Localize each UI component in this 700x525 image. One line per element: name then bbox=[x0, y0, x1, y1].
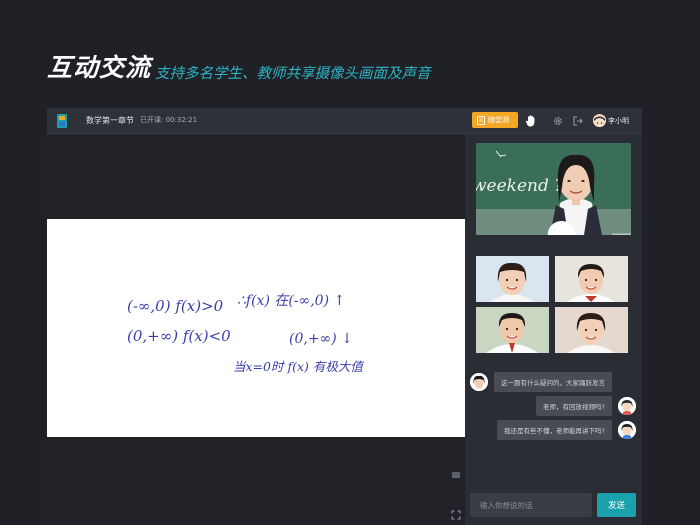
chat-message: 这一题有什么疑问的，大家踊跃发言 bbox=[470, 372, 612, 392]
student-avatar bbox=[618, 397, 636, 415]
student-avatar bbox=[618, 421, 636, 439]
user-name: 李小明 bbox=[608, 117, 629, 125]
whiteboard-line-2: ∴f(x) 在(-∞,0) ↑ bbox=[237, 293, 345, 309]
student-face-icon bbox=[618, 421, 636, 439]
promo-title: 互动交流 bbox=[47, 53, 152, 82]
student-video-4[interactable] bbox=[555, 307, 628, 353]
chat-bubble: 老师，有回放视频吗? bbox=[536, 396, 612, 416]
send-button[interactable]: 发送 bbox=[597, 493, 636, 517]
whiteboard-line-1: (-∞,0) f(x)>0 bbox=[127, 297, 224, 315]
user-face-icon bbox=[593, 116, 606, 127]
student-video-frame bbox=[555, 307, 628, 353]
teacher-video[interactable]: weekend ? bbox=[476, 143, 631, 235]
student-video-3[interactable] bbox=[476, 307, 549, 353]
quiz-icon bbox=[477, 115, 485, 125]
student-video-2[interactable] bbox=[555, 256, 628, 302]
chat-bubble: 我还是有些不懂，老师能再讲下吗? bbox=[497, 420, 612, 440]
whiteboard-line-4: (0,+∞) ↓ bbox=[289, 331, 353, 347]
whiteboard-line-3: (0,+∞) f(x)<0 bbox=[127, 327, 231, 345]
app-logo-icon bbox=[57, 114, 67, 128]
chat-bubble: 这一题有什么疑问的，大家踊跃发言 bbox=[494, 372, 612, 392]
signal-strength-icon bbox=[612, 233, 631, 235]
chalkboard-text: weekend ? bbox=[476, 176, 564, 196]
class-status-label: 已开课: bbox=[140, 116, 164, 124]
whiteboard-line-5: 当x=0时 f(x) 有极大值 bbox=[233, 359, 364, 374]
whiteboard[interactable]: (-∞,0) f(x)>0 ∴f(x) 在(-∞,0) ↑ (0,+∞) f(x… bbox=[47, 219, 465, 437]
fullscreen-icon[interactable] bbox=[451, 510, 461, 520]
top-bar: 数学第一章节 已开课: 00:32:21 随堂测 李小明 bbox=[47, 108, 642, 134]
raise-hand-icon[interactable] bbox=[525, 114, 537, 127]
exit-icon[interactable] bbox=[573, 116, 583, 126]
chat-message: 我还是有些不懂，老师能再讲下吗? bbox=[497, 420, 636, 440]
course-title: 数学第一章节 bbox=[86, 116, 134, 125]
user-avatar[interactable] bbox=[593, 114, 606, 127]
student-video-1[interactable] bbox=[476, 256, 549, 302]
whiteboard-canvas: (-∞,0) f(x)>0 ∴f(x) 在(-∞,0) ↑ (0,+∞) f(x… bbox=[127, 293, 364, 374]
settings-gear-icon[interactable] bbox=[553, 116, 563, 126]
student-video-grid bbox=[476, 256, 630, 353]
quiz-button[interactable]: 随堂测 bbox=[472, 112, 518, 128]
class-timer: 00:32:21 bbox=[165, 116, 198, 124]
chat-input[interactable] bbox=[470, 493, 592, 517]
list-toggle-icon[interactable] bbox=[451, 470, 461, 480]
student-video-frame bbox=[555, 256, 628, 302]
student-face-icon bbox=[618, 397, 636, 415]
teacher-avatar bbox=[470, 373, 488, 391]
promo-subtitle: 支持多名学生、教师共享摄像头画面及声音 bbox=[155, 66, 431, 82]
quiz-button-label: 随堂测 bbox=[488, 116, 509, 124]
student-video-frame bbox=[476, 256, 549, 302]
student-video-frame bbox=[476, 307, 549, 353]
stage-area: (-∞,0) f(x)>0 ∴f(x) 在(-∞,0) ↑ (0,+∞) f(x… bbox=[47, 135, 467, 525]
class-status: 已开课: 00:32:21 bbox=[140, 115, 197, 125]
classroom-window: 数学第一章节 已开课: 00:32:21 随堂测 李小明 (-∞,0) f(x)… bbox=[47, 108, 642, 525]
chat-message: 老师，有回放视频吗? bbox=[536, 396, 636, 416]
teacher-face-icon bbox=[470, 373, 488, 391]
